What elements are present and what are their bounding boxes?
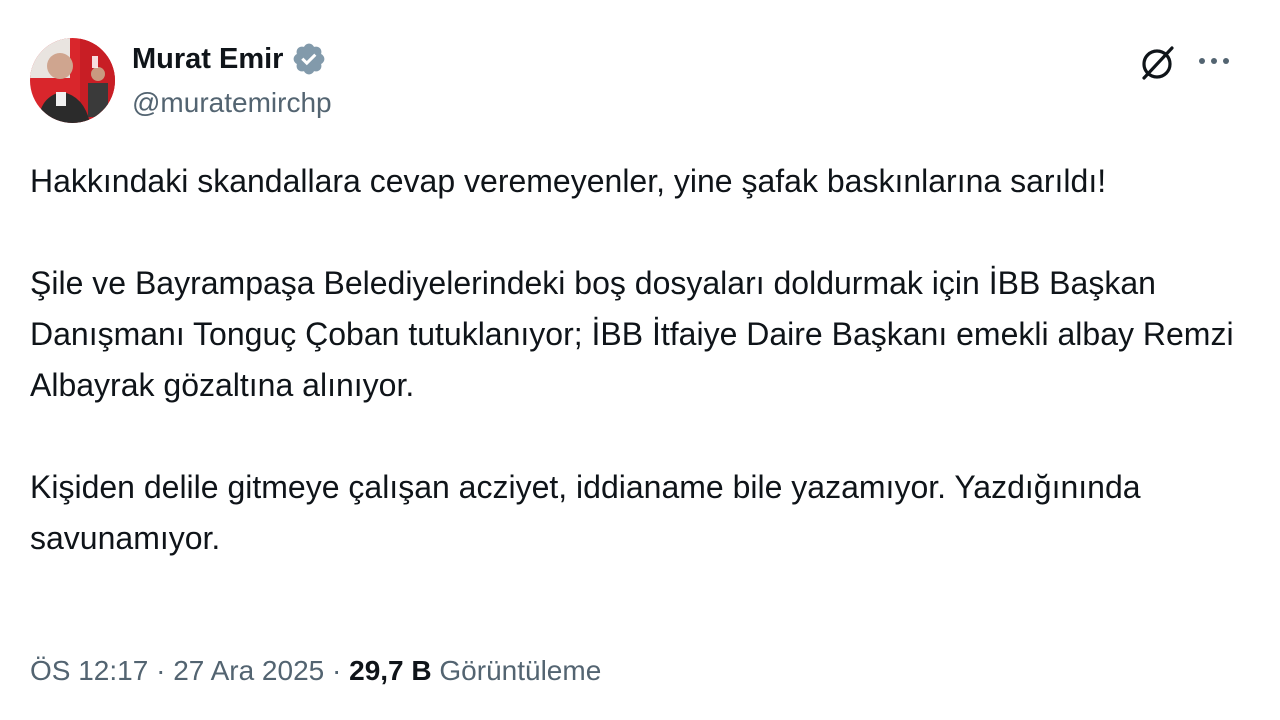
- views-label: Görüntüleme: [439, 655, 602, 686]
- more-horizontal-icon[interactable]: [1196, 46, 1232, 76]
- author-name-row: Murat Emir: [132, 40, 327, 78]
- tweet-meta: ÖS 12:17 · 27 Ara 2025 · 29,7 B Görüntül…: [30, 650, 601, 692]
- tweet-card: Murat Emir @muratemirchp Hakkındaki skan…: [0, 0, 1280, 720]
- tweet-time[interactable]: ÖS 12:17: [30, 655, 148, 686]
- tweet-text: Hakkındaki skandallara cevap veremeyenle…: [30, 156, 1245, 564]
- tweet-paragraph: Hakkındaki skandallara cevap veremeyenle…: [30, 163, 1107, 199]
- meta-separator: ·: [156, 655, 166, 686]
- avatar[interactable]: [30, 38, 115, 123]
- verified-badge-icon: [291, 41, 327, 77]
- author-handle[interactable]: @muratemirchp: [132, 84, 332, 122]
- tweet-paragraph: Şile ve Bayrampaşa Belediyelerindeki boş…: [30, 265, 1234, 403]
- grok-slash-icon[interactable]: [1136, 42, 1178, 84]
- views-count: 29,7 B: [349, 655, 432, 686]
- meta-separator: ·: [332, 655, 342, 686]
- avatar-image: [30, 38, 115, 123]
- tweet-date[interactable]: 27 Ara 2025: [173, 655, 324, 686]
- tweet-paragraph: Kişiden delile gitmeye çalışan acziyet, …: [30, 469, 1141, 556]
- author-display-name[interactable]: Murat Emir: [132, 40, 283, 78]
